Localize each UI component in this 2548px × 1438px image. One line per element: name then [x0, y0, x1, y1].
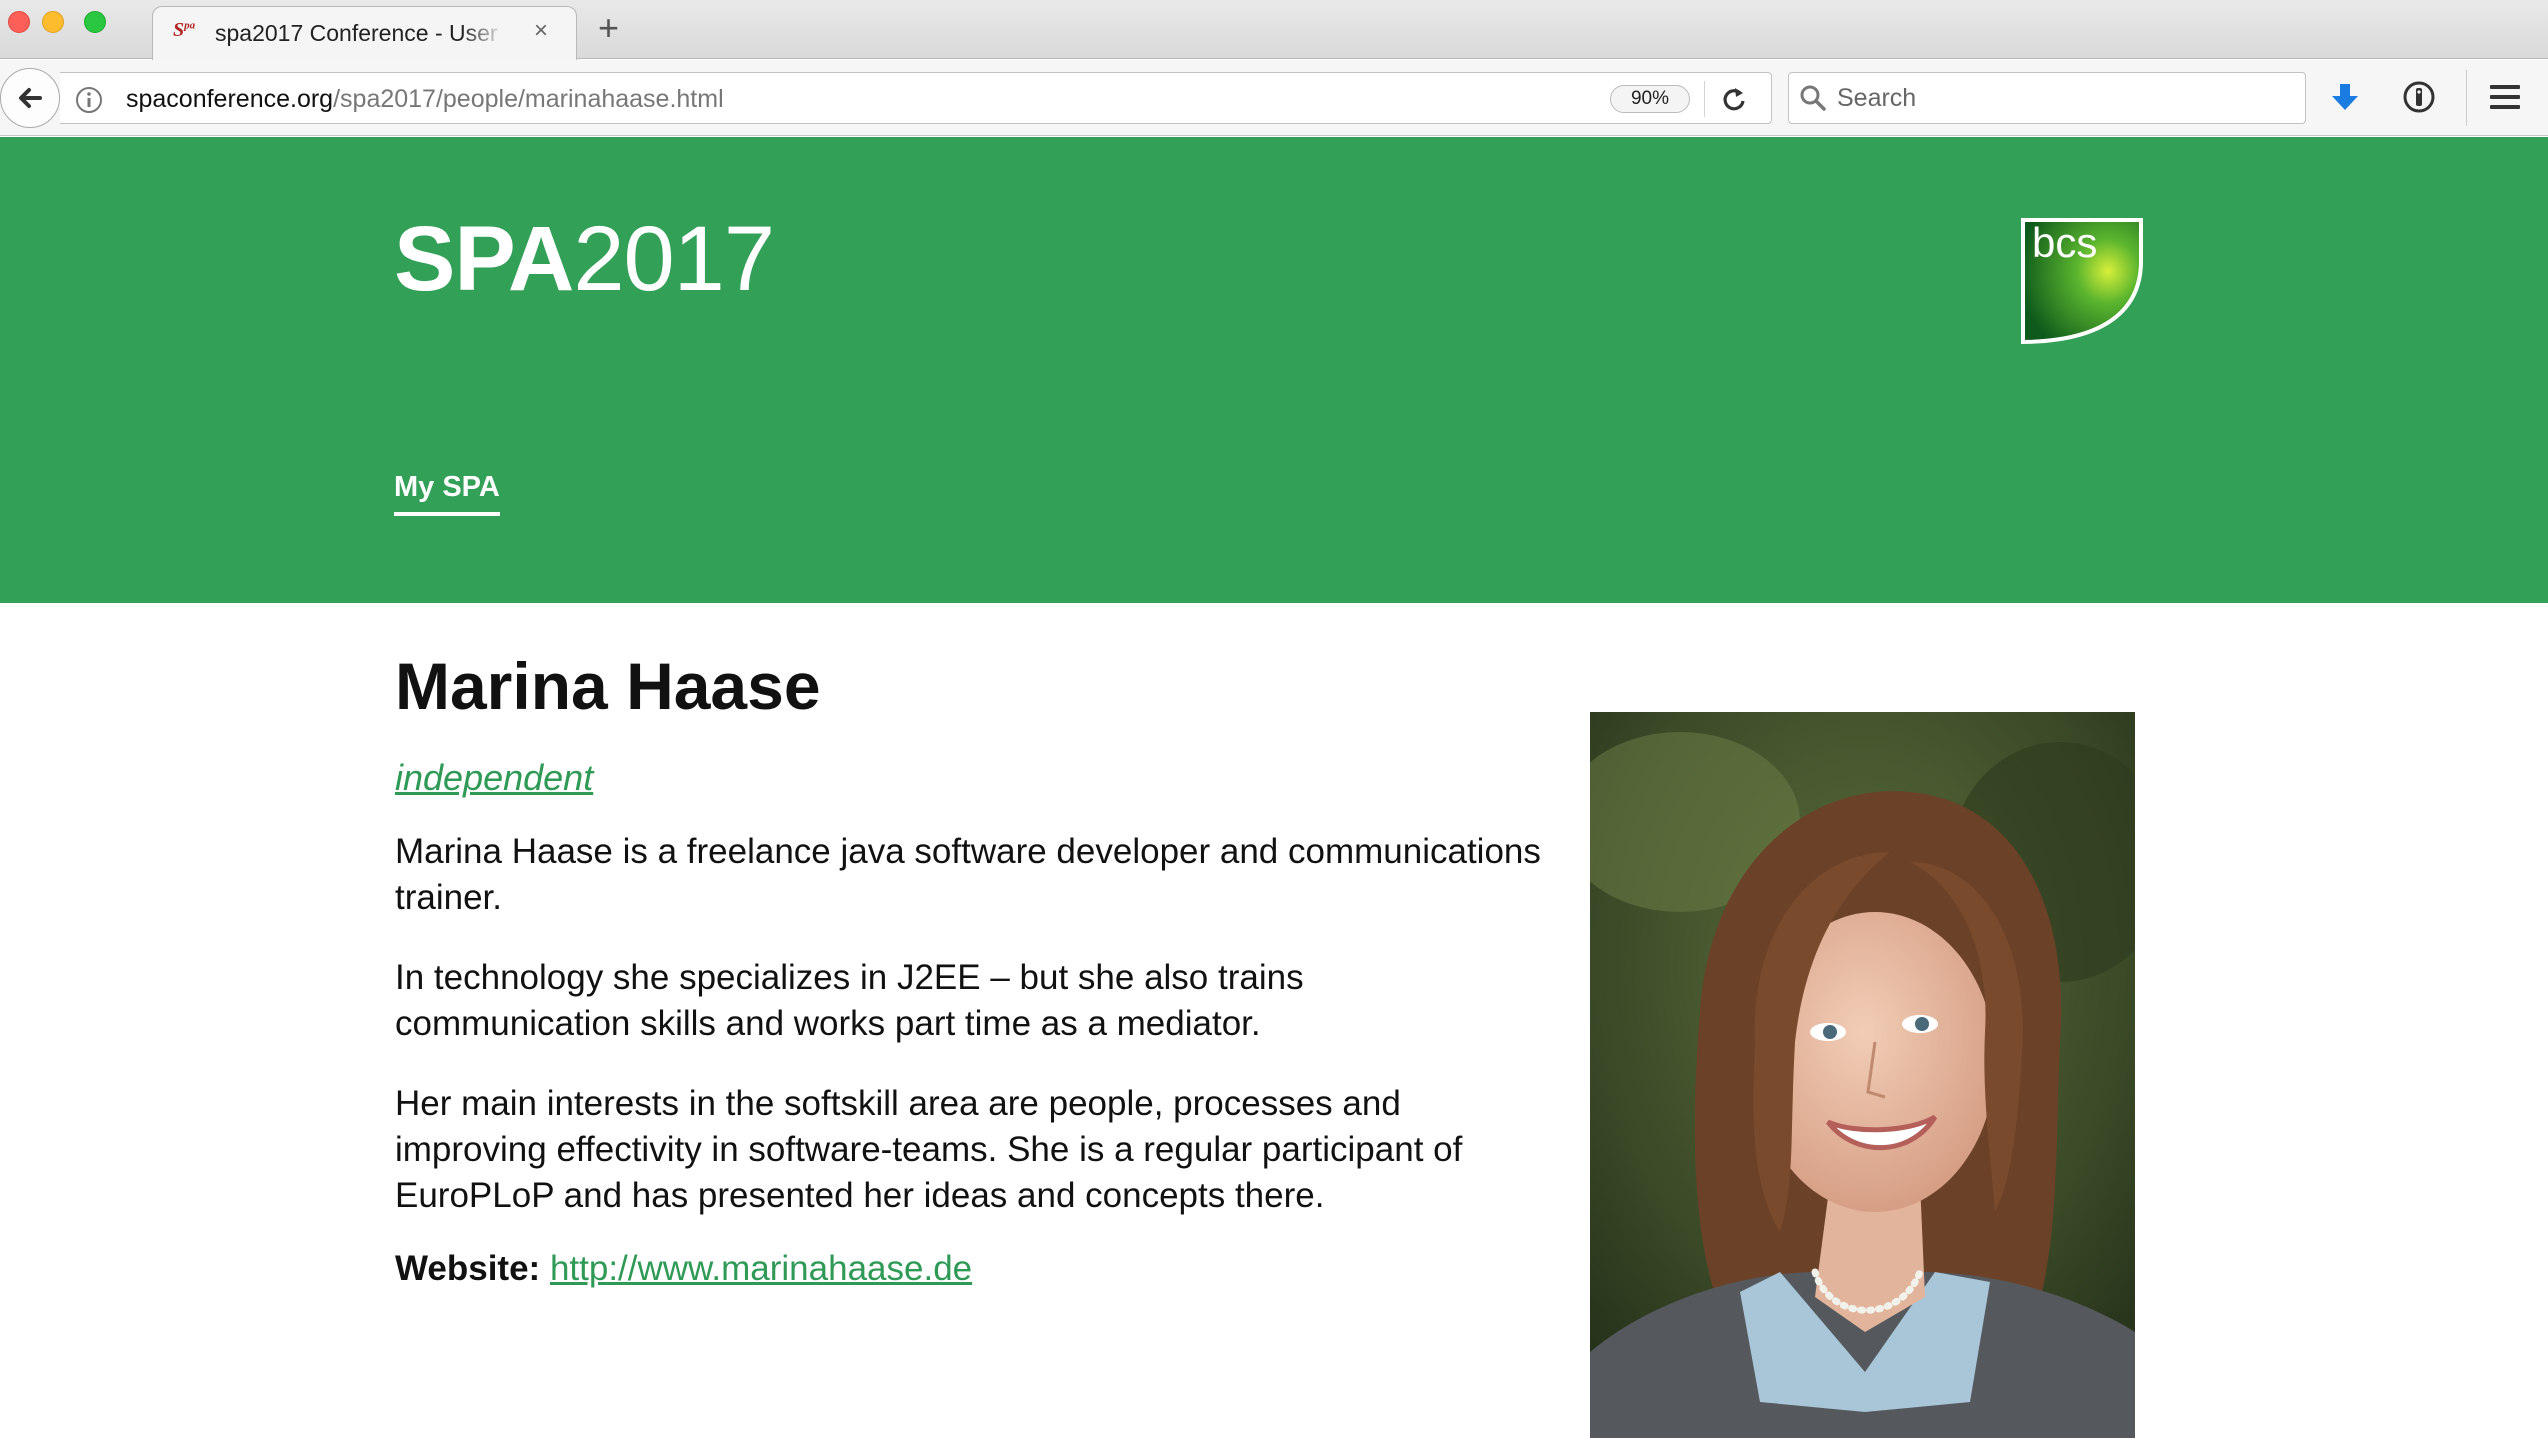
password-icon[interactable] — [2402, 80, 2436, 114]
bio: Marina Haase is a freelance java softwar… — [395, 829, 1545, 1219]
nav-my-spa[interactable]: My SPA — [394, 471, 500, 516]
website-link[interactable]: http://www.marinahaase.de — [550, 1249, 972, 1288]
close-window-button[interactable] — [8, 11, 30, 33]
divider — [1704, 81, 1705, 117]
reload-icon[interactable] — [1720, 85, 1748, 113]
hamburger-menu-icon[interactable] — [2490, 84, 2520, 110]
tab-title: spa2017 Conference - User fo — [215, 20, 505, 46]
website-label: Website: — [395, 1248, 541, 1288]
zoom-level-badge[interactable]: 90% — [1610, 85, 1690, 113]
page-title: Marina Haase — [395, 649, 821, 723]
bio-paragraph: In technology she specializes in J2EE – … — [395, 957, 1304, 1043]
search-input[interactable] — [1837, 83, 2277, 113]
download-icon[interactable] — [2330, 82, 2360, 114]
address-bar[interactable]: spaconference.org/spa2017/people/marinah… — [60, 72, 1772, 124]
search-bar[interactable] — [1788, 72, 2306, 124]
minimize-window-button[interactable] — [42, 11, 64, 33]
back-button[interactable] — [0, 68, 60, 128]
bio-paragraph: Marina Haase is a freelance java softwar… — [395, 831, 1541, 917]
affiliation-link[interactable]: independent — [395, 757, 593, 799]
profile-photo-illustration — [1590, 712, 2135, 1438]
info-icon[interactable] — [74, 85, 104, 115]
navigation-toolbar: spaconference.org/spa2017/people/marinah… — [0, 60, 2548, 136]
new-tab-button[interactable]: + — [598, 10, 619, 46]
divider — [2466, 70, 2467, 126]
url-text[interactable]: spaconference.org/spa2017/people/marinah… — [126, 85, 724, 114]
bio-paragraph: Her main interests in the softskill area… — [395, 1083, 1463, 1215]
site-title[interactable]: SPA2017 — [394, 213, 775, 305]
website-row: Website: http://www.marinahaase.de — [395, 1249, 1545, 1289]
back-arrow-icon — [19, 88, 42, 108]
url-path: /spa2017/people/marinahaase.html — [333, 85, 724, 113]
url-host: spaconference.org — [126, 85, 334, 113]
tab-close-icon[interactable]: × — [534, 17, 548, 45]
bcs-logo-text: bcs — [2032, 219, 2097, 266]
site-title-year: 2017 — [573, 208, 775, 310]
person-profile: Marina Haase independent Marina Haase is… — [395, 650, 1545, 1289]
zoom-window-button[interactable] — [84, 11, 106, 33]
search-icon — [1800, 85, 1826, 111]
profile-photo — [1590, 712, 2135, 1438]
tab-bar: Spa spa2017 Conference - User fo × + — [0, 0, 2548, 60]
site-header: SPA2017 bcs My SPA — [0, 137, 2548, 603]
active-tab[interactable]: Spa spa2017 Conference - User fo × — [152, 6, 577, 60]
spa-favicon-icon: Spa — [173, 19, 196, 41]
site-title-bold: SPA — [394, 208, 574, 310]
bcs-logo[interactable]: bcs — [2020, 217, 2144, 345]
